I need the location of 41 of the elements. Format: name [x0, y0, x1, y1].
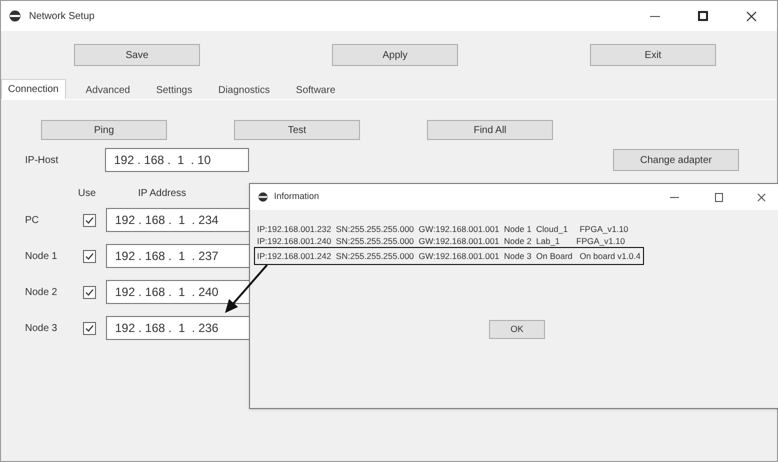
tab[interactable]: Settings — [150, 81, 198, 99]
tab[interactable]: Advanced — [80, 81, 136, 99]
node-label: Node 2 — [25, 286, 58, 300]
host-label: IP-Host — [25, 154, 60, 168]
test-button[interactable]: Test — [234, 120, 360, 140]
node-label: Node 3 — [25, 322, 58, 336]
exit-button[interactable]: Exit — [590, 44, 716, 66]
ok-button[interactable]: OK — [489, 320, 545, 339]
node-label: PC — [25, 214, 40, 228]
apply-button[interactable]: Apply — [332, 44, 458, 66]
checkbox[interactable] — [83, 286, 96, 298]
save-button[interactable]: Save — [74, 44, 200, 66]
maximize-icon[interactable] — [715, 192, 723, 202]
minimize-icon[interactable] — [670, 196, 679, 198]
app-icon — [9, 10, 21, 22]
column-header: Use — [78, 187, 97, 201]
ping-button[interactable]: Ping — [41, 120, 167, 140]
change-adapter-button[interactable]: Change adapter — [613, 149, 739, 171]
node-label: Node 1 — [25, 250, 58, 264]
ip-field[interactable]: 192 . 168 . 1 . 236 — [106, 316, 250, 340]
info-line: IP:192.168.001.240 SN:255.255.255.000 GW:192.168.001.001 Node 2 Lab_1 FPGA_v1.10 — [256, 235, 626, 247]
app-icon — [258, 192, 268, 202]
ip-field[interactable]: 192 . 168 . 1 . 240 — [106, 280, 250, 304]
tab[interactable]: Software — [290, 81, 342, 99]
info-line: IP:192.168.001.232 SN:255.255.255.000 GW:192.168.001.001 Node 1 Cloud_1 FPGA_v1.10 — [256, 223, 630, 235]
window-title: Network Setup — [29, 10, 95, 24]
ip-field[interactable]: 192 . 168 . 1 . 234 — [106, 208, 250, 232]
maximize-icon[interactable] — [698, 11, 708, 21]
tab[interactable]: Connection — [1, 79, 66, 99]
tab[interactable]: Diagnostics — [212, 81, 276, 99]
find-all-button[interactable]: Find All — [427, 120, 553, 140]
ip-field[interactable]: 192 . 168 . 1 . 10 — [105, 148, 249, 172]
checkbox[interactable] — [83, 214, 96, 226]
arrow-icon — [223, 263, 269, 315]
ip-field[interactable]: 192 . 168 . 1 . 237 — [106, 244, 250, 268]
checkbox[interactable] — [83, 250, 96, 262]
close-icon[interactable] — [746, 10, 757, 22]
checkbox[interactable] — [83, 322, 96, 334]
close-icon[interactable] — [757, 192, 766, 202]
column-header: IP Address — [138, 187, 186, 201]
dialog-title: Information — [274, 190, 320, 204]
